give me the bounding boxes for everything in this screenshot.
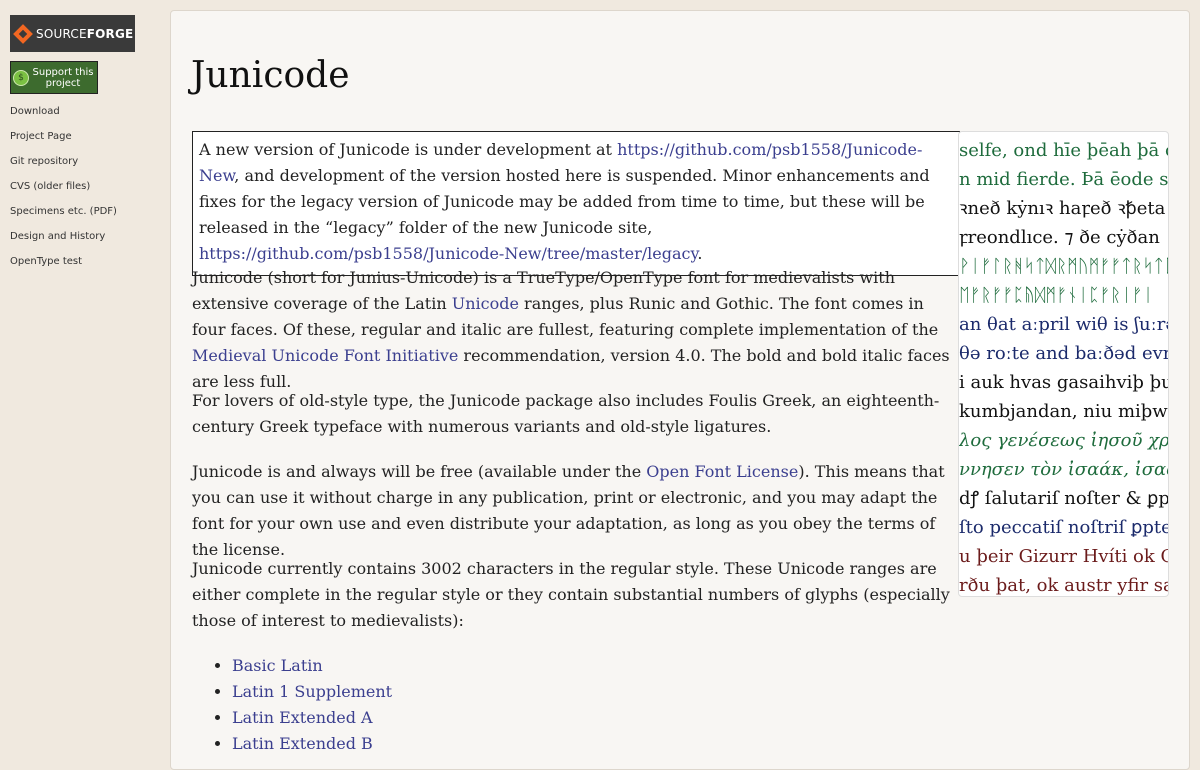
specimen-line: an θat aːpril wiθ is ʃuːrə — [959, 314, 1169, 335]
specimen-line: ᛖᚠᚱᚠᚠᛈᚥᛞᛗᚠᚾᛁᛈᚠᚱᛁᚠᛁ — [959, 285, 1154, 306]
license-paragraph: Junicode is and always will be free (ava… — [192, 459, 952, 563]
specimen-line: θə roːte and baːðəd evri — [959, 343, 1169, 364]
dollar-badge-icon: $ — [13, 69, 29, 86]
notice-text-3: . — [697, 244, 703, 263]
specimen-line: u þeir Gizurr Hvíti ok G — [959, 546, 1169, 567]
list-item: Latin Extended B — [232, 731, 392, 757]
mufi-link[interactable]: Medieval Unicode Font Initiative — [192, 346, 458, 365]
notice-text-1: A new version of Junicode is under devel… — [199, 140, 618, 159]
open-font-license-link[interactable]: Open Font License — [646, 462, 798, 481]
list-item: Latin 1 Supplement — [232, 679, 392, 705]
sidebar-item-cvs[interactable]: CVS (older files) — [10, 179, 117, 204]
intro-paragraph: Junicode (short for Junius-Unicode) is a… — [192, 265, 952, 395]
specimen-line: rðu þat, ok austr yfir san — [959, 575, 1169, 596]
specimen-line: kumbjandan, niu miþwis — [959, 401, 1169, 422]
page-title: Junicode — [191, 55, 350, 96]
specimen-line: ꝛneð kẏnıꝛ haꝼeð ꝛꝥeta — [959, 198, 1166, 219]
sidebar: SOURCEFORGE $ Support this project Downl… — [0, 0, 170, 740]
sidebar-item-download[interactable]: Download — [10, 104, 117, 129]
unicode-ranges-list: Basic Latin Latin 1 Supplement Latin Ext… — [192, 653, 392, 757]
list-item: Basic Latin — [232, 653, 392, 679]
license-text-1: Junicode is and always will be free (ava… — [192, 462, 647, 481]
sidebar-item-opentype-test[interactable]: OpenType test — [10, 254, 117, 279]
specimen-line: ννησεν τὸν ἰσαάκ, ἰσαὰκ δ — [959, 459, 1168, 480]
legacy-folder-link[interactable]: https://github.com/psb1558/Junicode-New/… — [199, 244, 697, 263]
sourceforge-logo-text: SOURCEFORGE — [36, 26, 134, 41]
main-content: Junicode A new version of Junicode is un… — [170, 10, 1190, 770]
specimen-line: n mid fierde. Þā ēode se — [959, 169, 1169, 190]
specimen-line: ꝼreondlıce. ⁊ ðe cẏðan — [959, 227, 1160, 248]
specimen-line: ſto peccatiſ noſtriſ ꝑpter — [959, 517, 1169, 538]
range-link-latin-extended-b[interactable]: Latin Extended B — [232, 734, 373, 753]
foulis-greek-paragraph: For lovers of old-style type, the Junico… — [192, 391, 940, 436]
support-project-button[interactable]: $ Support this project — [10, 61, 98, 94]
notice-text-2: , and development of the version hosted … — [199, 166, 930, 237]
list-item: Latin Extended A — [232, 705, 392, 731]
specimen-line: ᚹᛁᚠᛚᚱᚻᛋᛏᛞᚱᛗᚢᛗᚠᚠᛏᚱᛋᛏᛈ — [959, 256, 1169, 277]
support-label: Support this project — [32, 66, 94, 89]
specimen-line: selfe, ond hīe þēah þā ċe — [959, 140, 1169, 161]
range-link-latin-extended-a[interactable]: Latin Extended A — [232, 708, 373, 727]
sidebar-item-specimens[interactable]: Specimens etc. (PDF) — [10, 204, 117, 229]
sidebar-nav: Download Project Page Git repository CVS… — [10, 104, 117, 279]
range-link-latin-1-supplement[interactable]: Latin 1 Supplement — [232, 682, 392, 701]
sidebar-item-project-page[interactable]: Project Page — [10, 129, 117, 154]
unicode-link[interactable]: Unicode — [452, 294, 519, 313]
font-specimen-panel: selfe, ond hīe þēah þā ċe n mid fierde. … — [958, 131, 1169, 597]
legacy-notice-box: A new version of Junicode is under devel… — [192, 131, 960, 276]
sidebar-item-design-history[interactable]: Design and History — [10, 229, 117, 254]
specimen-line: λος γενέσεως ἰησοῦ χριστο — [959, 430, 1169, 451]
specimen-line: i auk hvas gasaihviþ þuk — [959, 372, 1169, 393]
coverage-paragraph: Junicode currently contains 3002 charact… — [192, 559, 950, 630]
specimen-line: dꝭ ſalutariſ noſter & ꝑp — [959, 488, 1169, 509]
sourceforge-diamond-icon — [13, 23, 33, 44]
sidebar-item-git-repository[interactable]: Git repository — [10, 154, 117, 179]
sourceforge-logo[interactable]: SOURCEFORGE — [10, 15, 135, 52]
range-link-basic-latin[interactable]: Basic Latin — [232, 656, 323, 675]
